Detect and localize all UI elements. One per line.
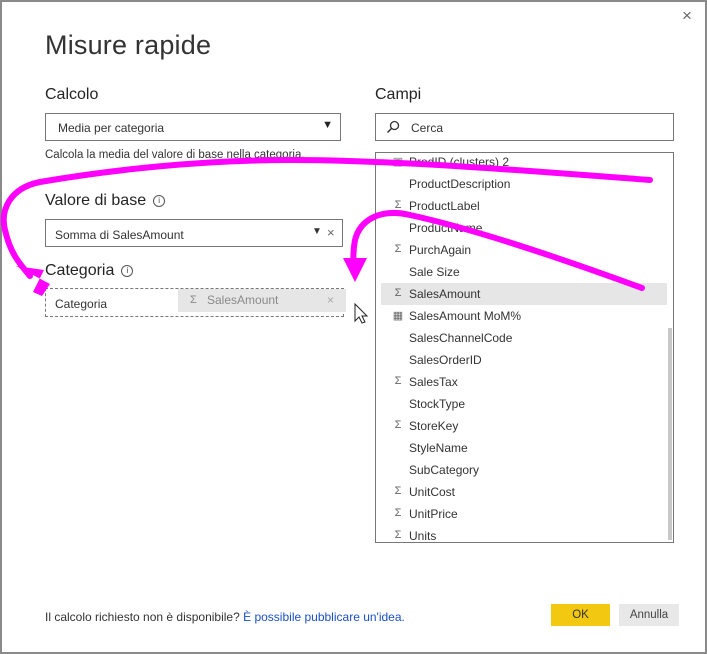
field-item[interactable]: ProductName	[376, 217, 666, 239]
field-item[interactable]: Σ SalesAmount	[381, 283, 667, 305]
field-item-label: ProductDescription	[409, 177, 511, 191]
field-item-label: ProductName	[409, 221, 483, 235]
field-item[interactable]: StockType	[376, 393, 666, 415]
remove-field-icon: ×	[327, 293, 335, 307]
base-value-label: Valore di base	[45, 192, 147, 209]
field-item[interactable]: Σ PurchAgain	[376, 239, 666, 261]
footer-text: Il calcolo richiesto non è disponibile? …	[45, 610, 405, 624]
close-icon[interactable]: ×	[682, 6, 692, 26]
sigma-icon: Σ	[394, 199, 402, 211]
field-item[interactable]: StyleName	[376, 437, 666, 459]
field-item[interactable]: Σ ProductLabel	[376, 195, 666, 217]
field-item[interactable]: SalesOrderID	[376, 349, 666, 371]
calculation-selected-value: Media per categoria	[58, 121, 165, 135]
scrollbar[interactable]	[668, 328, 672, 540]
field-item[interactable]: Σ UnitCost	[376, 481, 666, 503]
remove-field-icon[interactable]: ×	[327, 225, 335, 240]
sigma-icon: Σ	[394, 287, 402, 299]
field-item-label: SalesOrderID	[409, 353, 482, 367]
search-icon	[386, 120, 400, 134]
sigma-icon: Σ	[394, 507, 402, 519]
category-heading: Categoria i	[45, 262, 134, 280]
base-value-well[interactable]: Somma di SalesAmount ▼ ×	[45, 219, 343, 247]
submit-idea-link[interactable]: È possibile pubblicare un'idea.	[243, 610, 405, 624]
field-item-label: ProductLabel	[409, 199, 480, 213]
field-item-label: StoreKey	[409, 419, 459, 433]
sigma-icon: Σ	[190, 294, 197, 306]
info-icon[interactable]: i	[121, 265, 134, 277]
ok-button[interactable]: OK	[551, 604, 610, 626]
field-item-label: Sale Size	[409, 265, 460, 279]
field-item-label: SalesChannelCode	[409, 331, 513, 345]
fields-search-input[interactable]: Cerca	[375, 113, 674, 141]
field-item[interactable]: Σ Units	[376, 525, 666, 543]
field-item-label: PurchAgain	[409, 243, 472, 257]
calculator-icon: ▦	[392, 310, 404, 322]
category-placeholder: Categoria	[55, 297, 108, 311]
field-item-label: ProdID (clusters) 2	[409, 155, 510, 169]
fields-list[interactable]: ▣ ProdID (clusters) 2 ProductDescription Σ P…	[375, 152, 674, 543]
field-item[interactable]: Σ SalesTax	[376, 371, 666, 393]
field-item-label: SalesTax	[409, 375, 458, 389]
info-icon[interactable]: i	[153, 195, 166, 207]
field-item[interactable]: Sale Size	[376, 261, 666, 283]
field-item-label: UnitCost	[409, 485, 456, 499]
field-item[interactable]: ▦ SalesAmount MoM%	[376, 305, 666, 327]
sigma-icon: Σ	[394, 375, 402, 387]
chevron-down-icon[interactable]: ▼	[312, 226, 322, 237]
field-item-label: UnitPrice	[409, 507, 458, 521]
base-value-heading: Valore di base i	[45, 192, 166, 210]
field-item-label: Units	[409, 529, 437, 543]
dialog-title: Misure rapide	[45, 30, 212, 60]
sigma-icon: Σ	[394, 243, 402, 255]
cancel-button[interactable]: Annulla	[619, 604, 679, 626]
dragged-field-ghost[interactable]: Σ SalesAmount ×	[178, 289, 346, 312]
chevron-down-icon[interactable]: ▼	[322, 119, 333, 131]
field-item[interactable]: Σ StoreKey	[376, 415, 666, 437]
field-item-label: SubCategory	[409, 463, 480, 477]
calculation-description: Calcola la media del valore di base nell…	[45, 149, 305, 161]
field-item[interactable]: SalesChannelCode	[376, 327, 666, 349]
field-item-label: SalesAmount MoM%	[409, 309, 522, 323]
search-placeholder: Cerca	[411, 121, 444, 135]
field-item[interactable]: Σ UnitPrice	[376, 503, 666, 525]
field-item[interactable]: ▣ ProdID (clusters) 2	[376, 153, 666, 173]
calculation-heading: Calcolo	[45, 86, 99, 103]
field-item-label: SalesAmount	[409, 287, 481, 301]
sigma-icon: Σ	[394, 419, 402, 431]
footer-question: Il calcolo richiesto non è disponibile?	[45, 610, 244, 624]
field-item[interactable]: SubCategory	[376, 459, 666, 481]
field-item-label: StyleName	[409, 441, 468, 455]
dragged-field-label: SalesAmount	[207, 293, 279, 307]
sigma-icon: Σ	[394, 529, 402, 541]
fields-heading: Campi	[375, 86, 422, 103]
sigma-icon: Σ	[394, 485, 402, 497]
base-value-field: Somma di SalesAmount	[55, 228, 184, 242]
field-item[interactable]: ProductDescription	[376, 173, 666, 195]
category-label: Categoria	[45, 262, 115, 279]
field-item-label: StockType	[409, 397, 466, 411]
calculation-dropdown[interactable]: Media per categoria ▼	[45, 113, 341, 141]
cluster-icon: ▣	[392, 156, 404, 168]
